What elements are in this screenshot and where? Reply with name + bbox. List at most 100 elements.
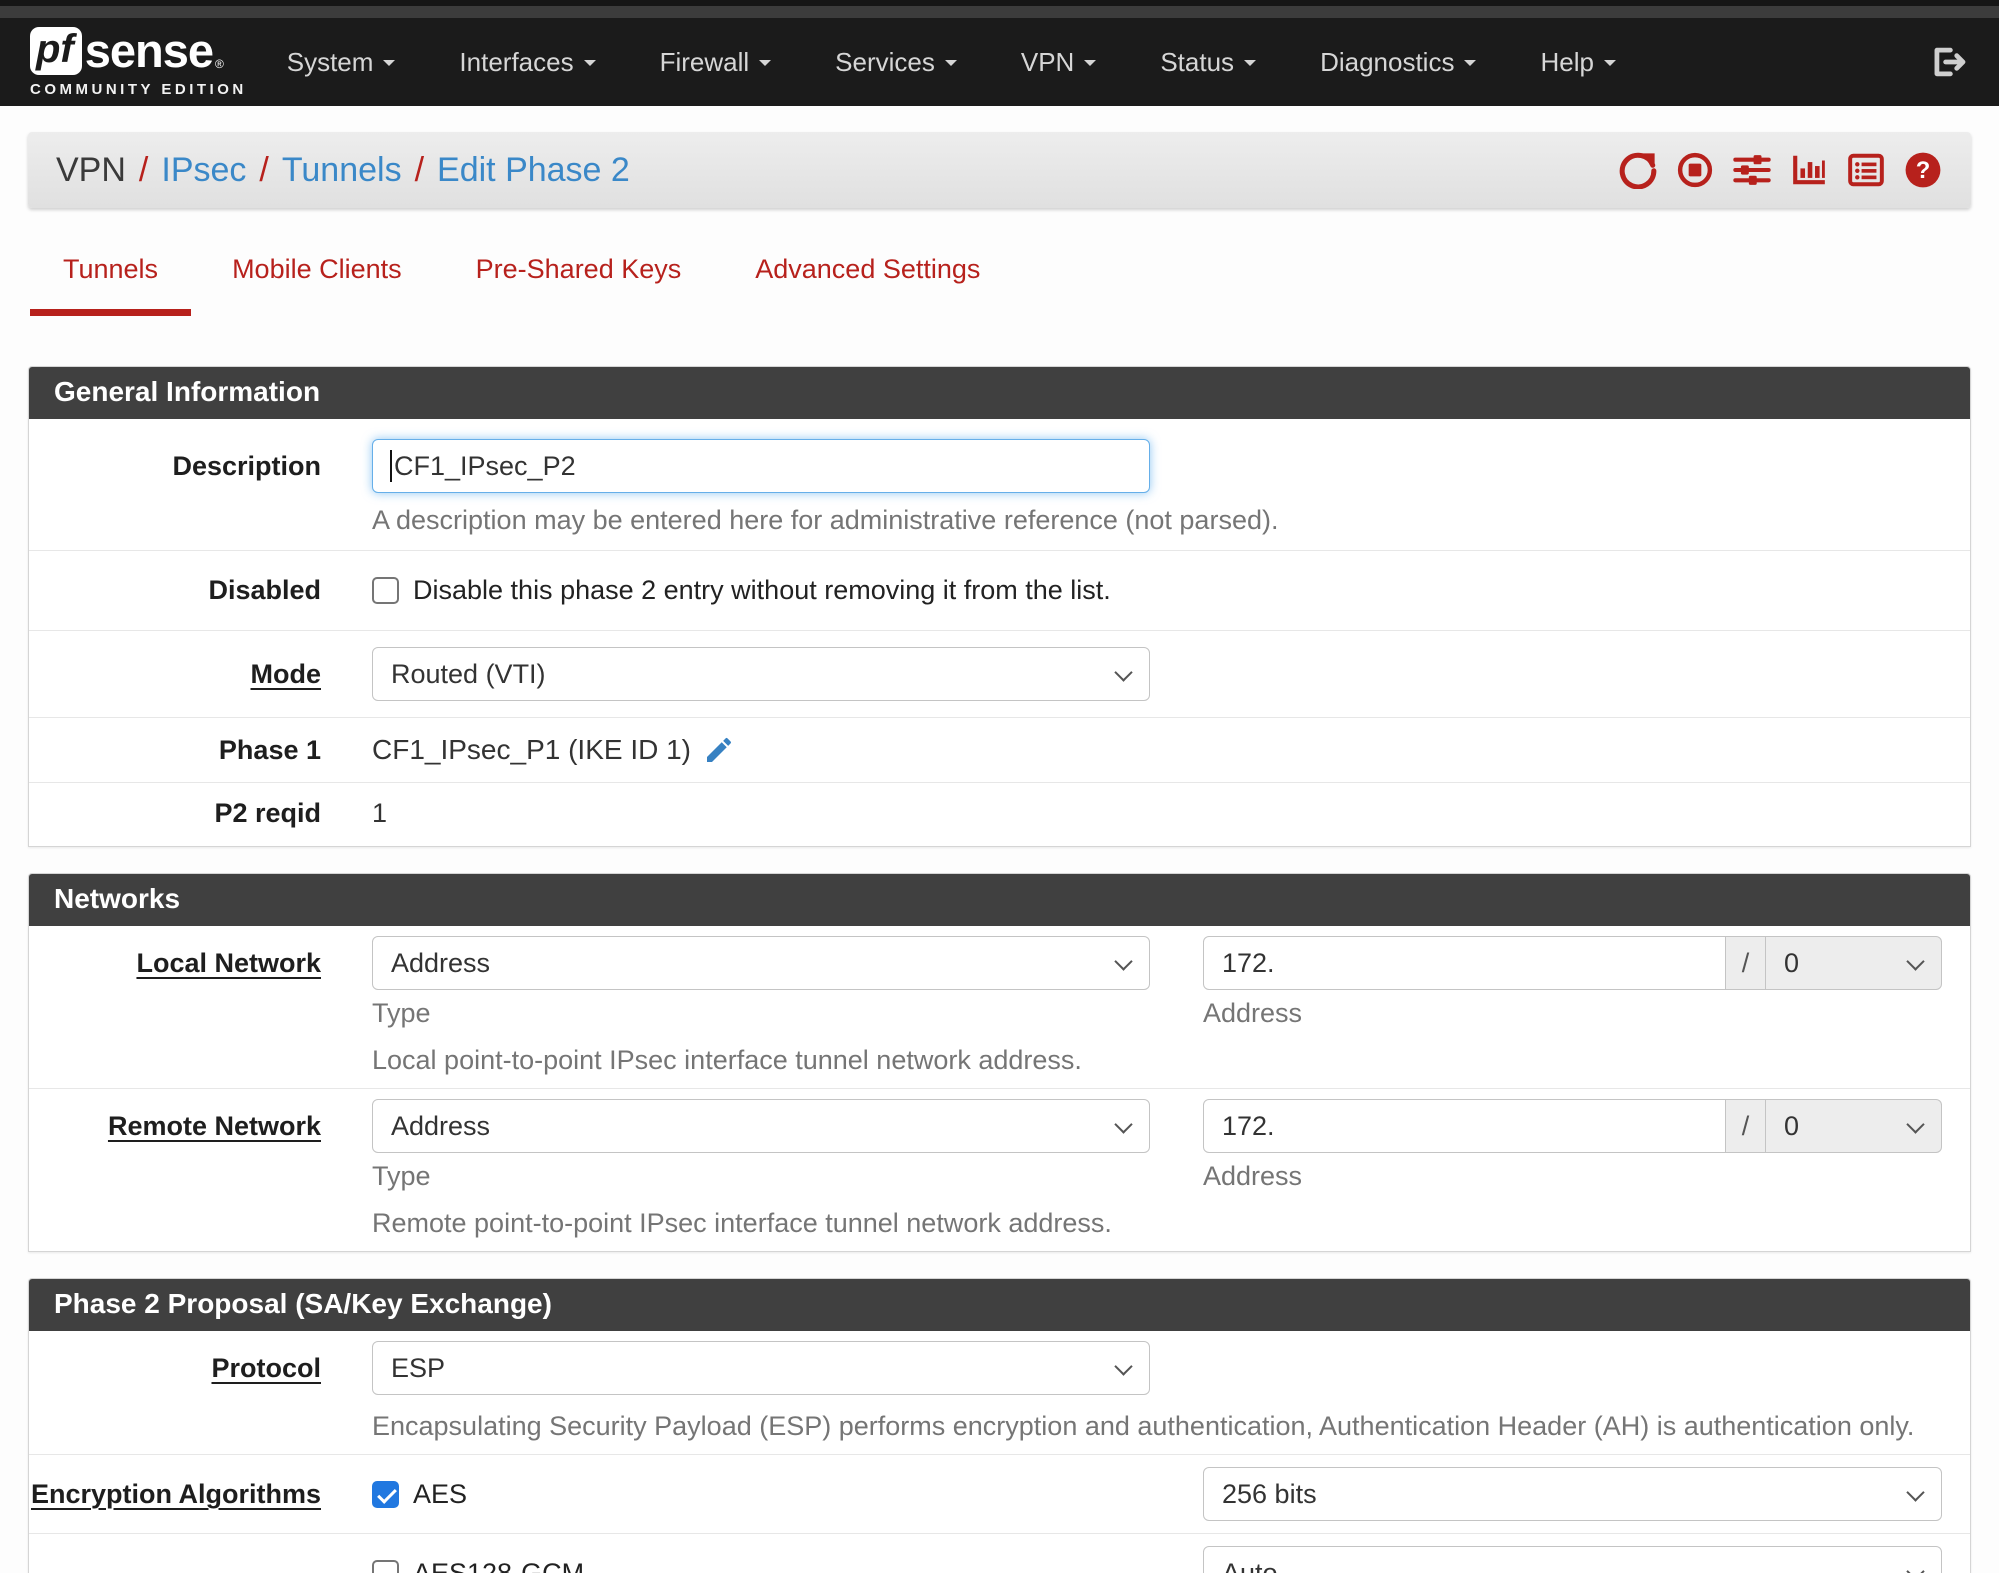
phase1-label: Phase 1 bbox=[218, 735, 321, 765]
row-mode: Mode Routed (VTI) bbox=[29, 631, 1970, 718]
row-disabled: Disabled Disable this phase 2 entry with… bbox=[29, 551, 1970, 631]
page-toolbar: ? bbox=[1618, 150, 1943, 190]
panel-title: Phase 2 Proposal (SA/Key Exchange) bbox=[29, 1279, 1970, 1331]
tab-pre-shared-keys[interactable]: Pre-Shared Keys bbox=[443, 254, 715, 316]
tab-mobile-clients[interactable]: Mobile Clients bbox=[199, 254, 435, 316]
nav-item-diagnostics[interactable]: Diagnostics bbox=[1320, 37, 1477, 88]
nav-item-label: Services bbox=[835, 46, 935, 77]
tab-bar: Tunnels Mobile Clients Pre-Shared Keys A… bbox=[28, 254, 1971, 316]
protocol-label: Protocol bbox=[211, 1353, 321, 1383]
p2reqid-label: P2 reqid bbox=[214, 798, 321, 828]
disabled-checkbox[interactable] bbox=[372, 577, 399, 604]
row-remote-network: Remote Network Address Type / 0 Address … bbox=[29, 1089, 1970, 1251]
nav-item-interfaces[interactable]: Interfaces bbox=[459, 37, 596, 88]
tab-tunnels[interactable]: Tunnels bbox=[30, 254, 192, 316]
local-network-label: Local Network bbox=[136, 948, 321, 978]
row-local-network: Local Network Address Type / 0 Address L… bbox=[29, 926, 1970, 1089]
text-caret bbox=[390, 450, 392, 482]
chevron-down-icon bbox=[383, 59, 396, 72]
chevron-down-icon bbox=[1464, 59, 1477, 72]
panel-title: Networks bbox=[29, 874, 1970, 926]
chart-icon[interactable] bbox=[1789, 150, 1829, 190]
remote-prefix-select[interactable]: 0 bbox=[1766, 1099, 1942, 1153]
nav-item-vpn[interactable]: VPN bbox=[1020, 37, 1097, 88]
panel-phase2-proposal: Phase 2 Proposal (SA/Key Exchange) Proto… bbox=[28, 1278, 1971, 1573]
help-icon[interactable]: ? bbox=[1903, 150, 1943, 190]
remote-address-caption: Address bbox=[1203, 1161, 1303, 1191]
description-label: Description bbox=[172, 451, 321, 481]
chevron-down-icon bbox=[944, 59, 957, 72]
nav-item-label: Status bbox=[1160, 46, 1235, 77]
nav-item-label: VPN bbox=[1020, 46, 1075, 77]
nav-item-firewall[interactable]: Firewall bbox=[660, 37, 772, 88]
mode-select[interactable]: Routed (VTI) bbox=[372, 647, 1150, 701]
slash-separator: / bbox=[1726, 1099, 1766, 1153]
aes-checkbox[interactable] bbox=[372, 1480, 399, 1508]
remote-network-type-select[interactable]: Address bbox=[372, 1099, 1150, 1153]
local-network-help: Local point-to-point IPsec interface tun… bbox=[372, 1045, 1082, 1075]
pfsense-logo[interactable]: pf sense ® COMMUNITY EDITION bbox=[30, 24, 247, 98]
row-p2reqid: P2 reqid 1 bbox=[29, 783, 1970, 846]
stop-icon[interactable] bbox=[1675, 150, 1715, 190]
local-prefix-select[interactable]: 0 bbox=[1766, 936, 1942, 990]
nav-item-help[interactable]: Help bbox=[1540, 37, 1616, 88]
aes-keylen-select[interactable]: 256 bits bbox=[1203, 1467, 1942, 1521]
breadcrumb-separator: / bbox=[414, 150, 425, 189]
nav-item-label: Diagnostics bbox=[1320, 46, 1455, 77]
breadcrumb-link-tunnels[interactable]: Tunnels bbox=[282, 151, 402, 190]
main-navbar: pf sense ® COMMUNITY EDITION System Inte… bbox=[0, 18, 1999, 106]
chevron-down-icon bbox=[1244, 59, 1257, 72]
description-input[interactable] bbox=[372, 439, 1150, 493]
remote-network-help: Remote point-to-point IPsec interface tu… bbox=[372, 1208, 1112, 1238]
aes128gcm-checkbox-text: AES128-GCM bbox=[413, 1557, 585, 1573]
nav-item-status[interactable]: Status bbox=[1160, 37, 1257, 88]
panel-title: General Information bbox=[29, 367, 1970, 419]
top-strip-2 bbox=[0, 6, 1999, 18]
logo-edition-text: COMMUNITY EDITION bbox=[30, 80, 247, 98]
nav-item-label: Interfaces bbox=[459, 46, 574, 77]
local-type-caption: Type bbox=[372, 998, 431, 1028]
panel-general-information: General Information Description A descri… bbox=[28, 366, 1971, 847]
nav-item-label: Help bbox=[1540, 46, 1594, 77]
chevron-down-icon bbox=[1603, 59, 1616, 72]
refresh-icon[interactable] bbox=[1618, 150, 1658, 190]
list-icon[interactable] bbox=[1846, 150, 1886, 190]
edit-pencil-icon[interactable] bbox=[703, 734, 735, 766]
aes128gcm-keylen-select[interactable]: Auto bbox=[1203, 1546, 1942, 1573]
chevron-down-icon bbox=[1084, 59, 1097, 72]
logo-registered-mark: ® bbox=[215, 56, 224, 71]
row-encryption-aes: Encryption Algorithms AES 256 bits bbox=[29, 1455, 1970, 1534]
remote-address-input[interactable] bbox=[1203, 1099, 1726, 1153]
breadcrumb-link-ipsec[interactable]: IPsec bbox=[161, 151, 246, 190]
local-network-type-select[interactable]: Address bbox=[372, 936, 1150, 990]
logo-pf-box: pf bbox=[30, 26, 82, 75]
panel-networks: Networks Local Network Address Type / 0 … bbox=[28, 873, 1971, 1252]
remote-type-caption: Type bbox=[372, 1161, 431, 1191]
encryption-algorithms-label: Encryption Algorithms bbox=[30, 1479, 321, 1509]
tab-advanced-settings[interactable]: Advanced Settings bbox=[722, 254, 1013, 316]
aes-checkbox-text: AES bbox=[413, 1478, 468, 1509]
sliders-icon[interactable] bbox=[1732, 150, 1772, 190]
svg-text:?: ? bbox=[1916, 157, 1931, 184]
description-help: A description may be entered here for ad… bbox=[372, 505, 1279, 535]
nav-item-services[interactable]: Services bbox=[835, 37, 957, 88]
row-description: Description A description may be entered… bbox=[29, 419, 1970, 551]
p2reqid-value: 1 bbox=[372, 798, 388, 828]
logo-sense-text: sense bbox=[84, 24, 214, 77]
phase1-value: CF1_IPsec_P1 (IKE ID 1) bbox=[372, 734, 692, 765]
aes128gcm-checkbox[interactable] bbox=[372, 1559, 399, 1573]
protocol-select[interactable]: ESP bbox=[372, 1341, 1150, 1395]
disabled-label: Disabled bbox=[208, 575, 321, 605]
chevron-down-icon bbox=[759, 59, 772, 72]
mode-label: Mode bbox=[250, 659, 322, 689]
nav-item-system[interactable]: System bbox=[287, 37, 396, 88]
breadcrumb-link-edit-phase2[interactable]: Edit Phase 2 bbox=[437, 151, 630, 190]
breadcrumb-bar: VPN / IPsec / Tunnels / Edit Phase 2 ? bbox=[28, 132, 1971, 208]
local-address-caption: Address bbox=[1203, 998, 1303, 1028]
remote-network-label: Remote Network bbox=[107, 1111, 321, 1141]
nav-menu: System Interfaces Firewall Services VPN … bbox=[287, 37, 1927, 88]
local-address-input[interactable] bbox=[1203, 936, 1726, 990]
logout-icon[interactable] bbox=[1927, 41, 1969, 83]
row-encryption-aes128gcm: AES128-GCM Auto bbox=[29, 1534, 1970, 1573]
breadcrumb-root: VPN bbox=[56, 150, 126, 189]
